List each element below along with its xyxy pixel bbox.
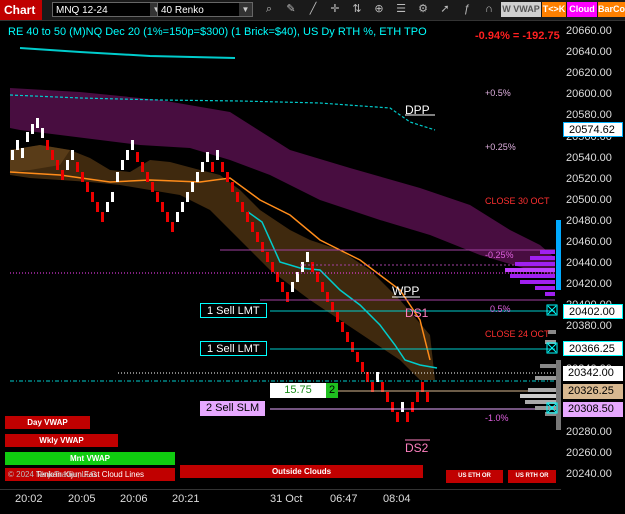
price-tick: 20620.00 xyxy=(566,67,612,80)
price-tick: 20420.00 xyxy=(566,278,612,291)
price-tick: 20460.00 xyxy=(566,236,612,248)
time-tick: 31 Oct xyxy=(270,493,303,505)
close-24-label: CLOSE 24 OCT xyxy=(485,329,550,339)
price-tick: 20580.00 xyxy=(566,109,612,122)
us-rth-or-button[interactable]: US RTH OR xyxy=(508,470,556,483)
order-label: 1 Sell LMT xyxy=(207,343,260,355)
price-tick: 20260.00 xyxy=(566,447,612,459)
price-tag-last: 20342.00 xyxy=(563,366,623,381)
cyan-top-line xyxy=(19,47,236,59)
us-eth-or-button[interactable]: US ETH OR xyxy=(446,470,503,483)
price-tag-sell-limit-1: 20402.00 xyxy=(563,304,623,319)
time-tick: 20:02 xyxy=(15,493,43,505)
dpp-label: DPP xyxy=(405,103,430,117)
copyright-text: © 2024 NinjaTrader, LLC xyxy=(8,470,97,479)
time-tick: 20:06 xyxy=(120,493,148,505)
order-label: 1 Sell LMT xyxy=(207,305,260,317)
ds2-label: DS2 xyxy=(405,441,429,455)
price-tag-entry: 20326.25 xyxy=(563,384,623,399)
price-tick: 20500.00 xyxy=(566,193,612,206)
time-tick: 08:04 xyxy=(383,493,411,505)
ds1-label: DS1 xyxy=(405,306,429,320)
sell-limit-order-2[interactable]: 1 Sell LMT xyxy=(200,341,267,356)
wpp-label: WPP xyxy=(392,284,420,298)
sell-limit-order-1[interactable]: 1 Sell LMT xyxy=(200,303,267,318)
weekly-vwap-button[interactable]: Wkly VWAP xyxy=(5,434,118,447)
pct-05-mid-label: 0.5% xyxy=(490,304,511,314)
price-tag-dpp: 20574.62 xyxy=(563,122,623,137)
price-tick: 20380.00 xyxy=(566,320,612,333)
price-tick: 20440.00 xyxy=(566,257,612,270)
day-vwap-button[interactable]: Day VWAP xyxy=(5,416,90,429)
time-tick: 06:47 xyxy=(330,493,358,505)
price-tick: 20600.00 xyxy=(566,88,612,101)
price-tag-stop: 20308.50 xyxy=(563,402,623,417)
pct-025-top-label: +0.25% xyxy=(485,142,516,152)
price-tick: 20520.00 xyxy=(566,172,612,185)
pct-05-top-label: +0.5% xyxy=(485,88,511,98)
order-label: 2 Sell SLM xyxy=(206,402,260,414)
monthly-vwap-button[interactable]: Mnt VWAP xyxy=(5,452,175,465)
price-tick: 20480.00 xyxy=(566,214,612,227)
price-tag-sell-limit-2: 20366.25 xyxy=(563,341,623,356)
outside-clouds-button[interactable]: Outside Clouds xyxy=(180,465,423,478)
time-tick: 20:05 xyxy=(68,493,96,505)
price-tick: 20640.00 xyxy=(566,46,612,59)
price-tick: 20240.00 xyxy=(566,468,612,481)
pct-neg1-label: -1.0% xyxy=(485,413,509,423)
price-tick: 20280.00 xyxy=(566,425,612,438)
time-tick: 20:21 xyxy=(172,493,200,505)
close-30-label: CLOSE 30 OCT xyxy=(485,196,550,206)
price-tick: 20660.00 xyxy=(566,25,612,37)
price-tick: 20540.00 xyxy=(566,151,612,164)
chart-title: RE 40 to 50 (M)NQ Dec 20 (1%=150p=$300) … xyxy=(8,26,427,38)
position-quantity[interactable]: 2 xyxy=(326,383,338,398)
price-change: -0.94% = -192.75 xyxy=(475,30,560,42)
position-pnl[interactable]: 15.75 xyxy=(270,383,326,398)
sell-stop-limit-order[interactable]: 2 Sell SLM xyxy=(200,401,266,416)
pct-neg025-label: -0.25% xyxy=(485,250,514,260)
